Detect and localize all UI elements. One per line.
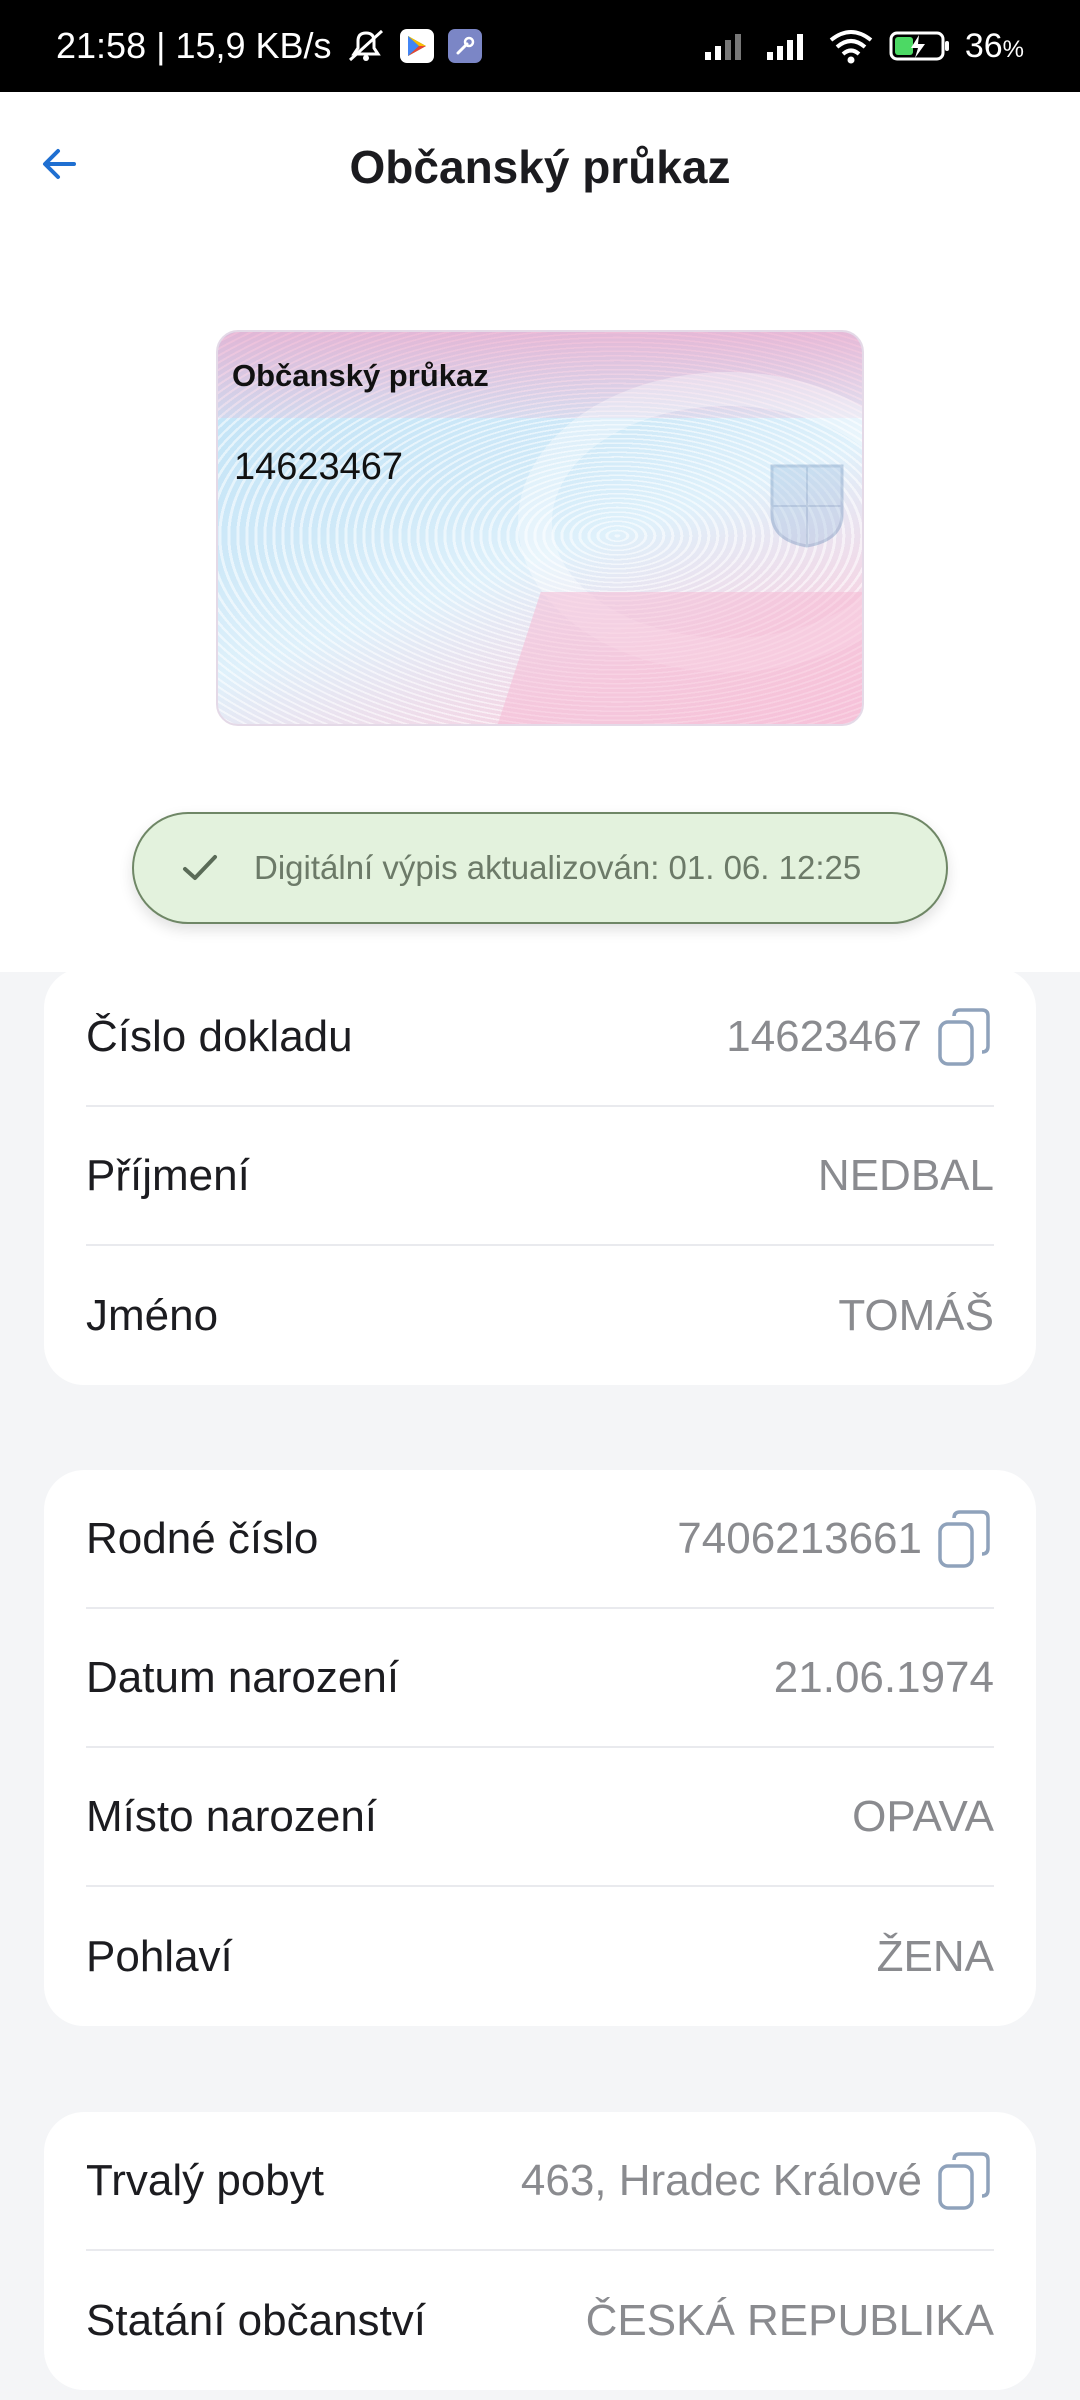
row-citizenship: Statání občanství ČESKÁ REPUBLIKA — [86, 2251, 994, 2390]
row-value: 7406213661 — [677, 1513, 922, 1563]
status-bar-left: 21:58 | 15,9 KB/s — [56, 25, 482, 67]
row-birth-number: Rodné číslo 7406213661 — [86, 1470, 994, 1609]
row-label: Trvalý pobyt — [86, 2155, 325, 2205]
personal-info-card: Rodné číslo 7406213661 Datum narození 21… — [44, 1470, 1036, 2026]
toast-text: Digitální výpis aktualizován: 01. 06. 12… — [254, 849, 862, 886]
row-label: Jméno — [86, 1290, 219, 1340]
check-icon — [176, 844, 224, 892]
card-title: Občanský průkaz — [232, 358, 489, 393]
page-title: Občanský průkaz — [349, 141, 731, 193]
row-sex: Pohlaví ŽENA — [86, 1887, 994, 2026]
mute-icon — [346, 28, 386, 64]
row-label: Příjmení — [86, 1150, 250, 1200]
row-value: 463, Hradec Králové — [520, 2155, 922, 2205]
address-info-card: Trvalý pobyt 463, Hradec Králové Statání… — [44, 2112, 1036, 2390]
copy-icon — [938, 1007, 990, 1066]
status-time-speed: 21:58 | 15,9 KB/s — [56, 25, 332, 66]
row-value: ČESKÁ REPUBLIKA — [585, 2295, 994, 2345]
card-number: 14623467 — [234, 446, 404, 488]
copy-button[interactable] — [934, 2149, 994, 2213]
row-given-name: Jméno TOMÁŠ — [86, 1246, 994, 1385]
card-band-bottom — [495, 592, 862, 724]
row-permanent-address: Trvalý pobyt 463, Hradec Králové — [86, 2112, 994, 2251]
battery-unit: % — [1002, 35, 1024, 63]
document-info-card: Číslo dokladu 14623467 Příjmení NEDBAL J… — [44, 968, 1036, 1385]
row-date-of-birth: Datum narození 21.06.1974 — [86, 1609, 994, 1748]
row-place-of-birth: Místo narození OPAVA — [86, 1748, 994, 1887]
row-value: TOMÁŠ — [838, 1290, 994, 1340]
status-bar-right: 36% — [703, 27, 1024, 66]
battery-percent: 36 — [964, 26, 1003, 65]
status-bar: 21:58 | 15,9 KB/s 36% — [0, 0, 1080, 92]
row-value-group: 14623467 — [726, 1005, 994, 1069]
signal-icon — [703, 30, 751, 62]
app-bar: Občanský průkaz — [0, 92, 1080, 252]
copy-button[interactable] — [934, 1507, 994, 1571]
row-surname: Příjmení NEDBAL — [86, 1107, 994, 1246]
copy-button[interactable] — [934, 1005, 994, 1069]
row-value-group: 7406213661 — [677, 1507, 994, 1571]
tools-icon — [447, 29, 482, 63]
play-store-icon — [399, 29, 434, 63]
row-label: Pohlaví — [86, 1931, 233, 1981]
row-value: 14623467 — [726, 1011, 922, 1061]
row-value: NEDBAL — [817, 1150, 994, 1200]
coat-of-arms-icon — [770, 464, 844, 548]
battery-charging-icon — [889, 29, 951, 63]
copy-icon — [938, 1509, 990, 1568]
row-label: Statání občanství — [86, 2295, 426, 2345]
update-toast: Digitální výpis aktualizován: 01. 06. 12… — [132, 812, 948, 924]
id-card-preview[interactable]: Občanský průkaz 14623467 — [216, 330, 864, 726]
row-label: Rodné číslo — [86, 1513, 319, 1563]
copy-icon — [938, 2151, 990, 2210]
row-document-number: Číslo dokladu 14623467 — [86, 968, 994, 1107]
row-label: Místo narození — [86, 1791, 378, 1841]
row-value: ŽENA — [876, 1931, 994, 1981]
row-value: OPAVA — [852, 1791, 994, 1841]
signal-icon — [765, 30, 813, 62]
wifi-icon — [827, 28, 875, 64]
row-value: 21.06.1974 — [773, 1652, 994, 1702]
row-label: Číslo dokladu — [86, 1011, 353, 1061]
row-value-group: 463, Hradec Králové — [521, 2149, 994, 2213]
row-label: Datum narození — [86, 1652, 400, 1702]
